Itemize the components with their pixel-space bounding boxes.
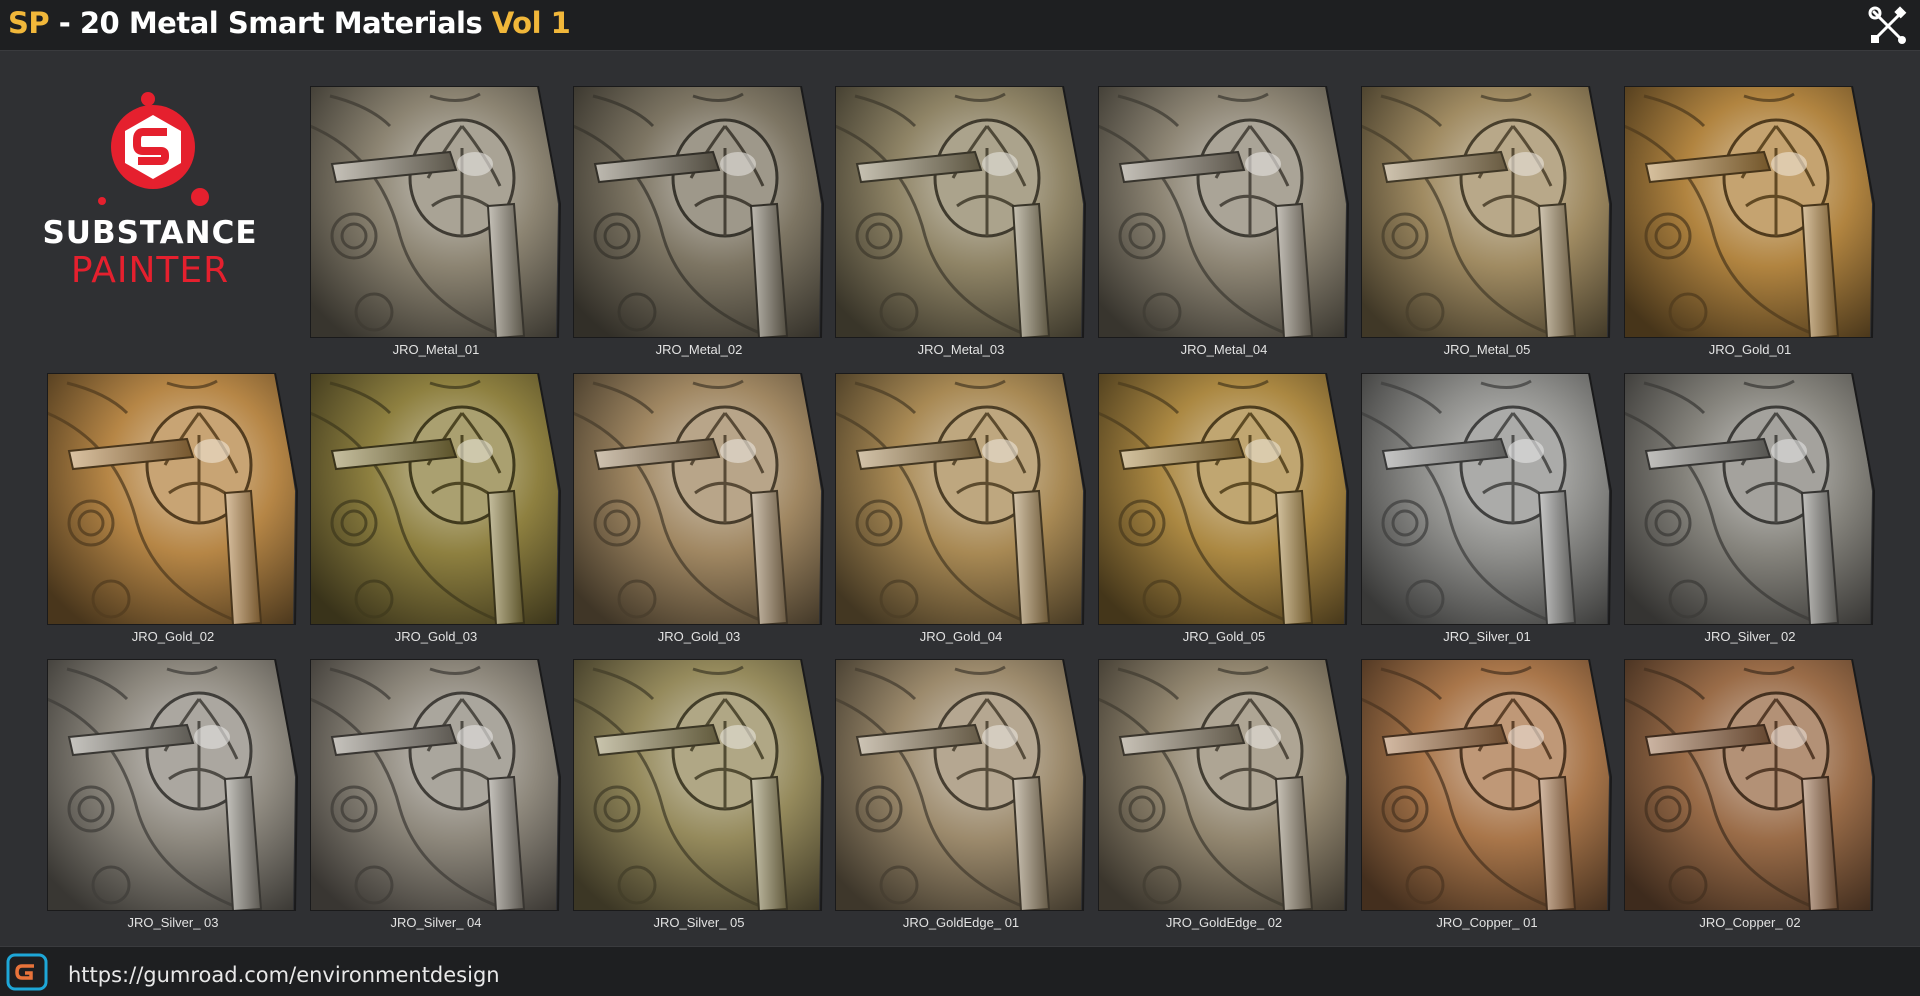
material-label: JRO_Silver_01 — [1443, 629, 1531, 644]
gumroad-link[interactable]: https://gumroad.com/environmentdesign — [68, 963, 500, 987]
material-label: JRO_Copper_ 01 — [1436, 915, 1538, 930]
material-tile: JRO_Metal_04 — [1098, 86, 1350, 357]
material-preview-image — [835, 373, 1087, 625]
material-label: JRO_GoldEdge_ 01 — [902, 915, 1020, 930]
material-label: JRO_Metal_05 — [1443, 342, 1531, 357]
title-sp: SP — [8, 6, 50, 40]
substance-painter-logo: SUBSTANCE PAINTER — [30, 85, 270, 295]
material-preview-image — [835, 86, 1087, 338]
material-preview-image — [47, 659, 299, 911]
material-label: JRO_Metal_04 — [1180, 342, 1268, 357]
material-label: JRO_Gold_03 — [394, 629, 478, 644]
material-preview-image — [310, 373, 562, 625]
gumroad-icon[interactable] — [6, 952, 50, 992]
material-label: JRO_Gold_05 — [1182, 629, 1266, 644]
title-vol: Vol 1 — [491, 6, 571, 40]
material-preview-image — [1098, 659, 1350, 911]
material-tile: JRO_Silver_01 — [1361, 373, 1613, 644]
title-main: - 20 Metal Smart Materials — [49, 6, 492, 40]
material-label: JRO_Gold_01 — [1708, 342, 1792, 357]
material-preview-image — [1624, 373, 1876, 625]
material-tile: JRO_Silver_ 05 — [573, 659, 825, 930]
material-tile: JRO_Gold_03 — [310, 373, 562, 644]
material-tile: JRO_Metal_03 — [835, 86, 1087, 357]
material-label: JRO_Metal_02 — [655, 342, 743, 357]
material-preview-image — [47, 373, 299, 625]
material-tile: JRO_Silver_ 03 — [47, 659, 299, 930]
material-label: JRO_GoldEdge_ 02 — [1165, 915, 1283, 930]
material-preview-image — [573, 373, 825, 625]
logo-painter-text: PAINTER — [70, 250, 230, 291]
material-tile: JRO_Gold_03 — [573, 373, 825, 644]
material-preview-image — [573, 86, 825, 338]
material-label: JRO_Silver_ 02 — [1704, 629, 1796, 644]
material-tile: JRO_GoldEdge_ 02 — [1098, 659, 1350, 930]
header-bar: SP - 20 Metal Smart Materials Vol 1 — [0, 0, 1920, 51]
page-title: SP - 20 Metal Smart Materials Vol 1 — [8, 6, 571, 40]
material-tile: JRO_Gold_04 — [835, 373, 1087, 644]
material-label: JRO_Gold_04 — [919, 629, 1003, 644]
material-tile: JRO_GoldEdge_ 01 — [835, 659, 1087, 930]
page: SP - 20 Metal Smart Materials Vol 1 SUBS… — [0, 0, 1920, 996]
material-preview-image — [573, 659, 825, 911]
material-label: JRO_Metal_03 — [917, 342, 1005, 357]
material-label: JRO_Gold_02 — [131, 629, 215, 644]
material-tile: JRO_Gold_05 — [1098, 373, 1350, 644]
material-tile: JRO_Copper_ 01 — [1361, 659, 1613, 930]
material-preview-image — [310, 86, 562, 338]
material-tile: JRO_Silver_ 02 — [1624, 373, 1876, 644]
material-tile: JRO_Metal_01 — [310, 86, 562, 357]
material-preview-image — [1624, 659, 1876, 911]
footer-bar: https://gumroad.com/environmentdesign — [0, 946, 1920, 996]
material-label: JRO_Metal_01 — [392, 342, 480, 357]
material-label: JRO_Silver_ 03 — [127, 915, 219, 930]
logo-substance-text: SUBSTANCE — [42, 215, 258, 251]
material-label: JRO_Copper_ 02 — [1699, 915, 1801, 930]
material-tile: JRO_Silver_ 04 — [310, 659, 562, 930]
material-tile: JRO_Gold_01 — [1624, 86, 1876, 357]
material-tile: JRO_Metal_05 — [1361, 86, 1613, 357]
material-tile: JRO_Metal_02 — [573, 86, 825, 357]
material-preview-image — [1624, 86, 1876, 338]
material-tile: JRO_Copper_ 02 — [1624, 659, 1876, 930]
material-preview-image — [835, 659, 1087, 911]
material-label: JRO_Silver_ 05 — [653, 915, 745, 930]
material-preview-image — [1098, 86, 1350, 338]
material-tile: JRO_Gold_02 — [47, 373, 299, 644]
material-preview-image — [1361, 659, 1613, 911]
tools-icon — [1868, 6, 1907, 44]
material-preview-image — [310, 659, 562, 911]
material-label: JRO_Gold_03 — [657, 629, 741, 644]
material-preview-image — [1361, 86, 1613, 338]
substance-logo-icon — [98, 92, 209, 206]
material-preview-image — [1361, 373, 1613, 625]
material-label: JRO_Silver_ 04 — [390, 915, 482, 930]
material-preview-image — [1098, 373, 1350, 625]
